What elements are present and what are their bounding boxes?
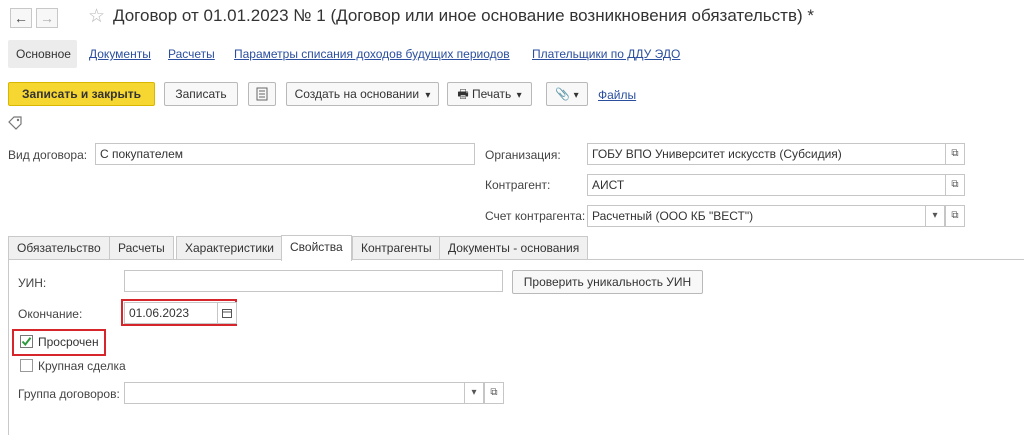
chevron-down-icon: ▾ (573, 90, 579, 101)
overdue-checkbox[interactable] (20, 335, 33, 348)
open-contract-group-button[interactable]: ⧉ (484, 382, 504, 404)
list-icon (256, 87, 268, 101)
contract-type-field[interactable]: С покупателем (95, 143, 475, 165)
back-button[interactable]: ← (10, 8, 32, 28)
counterparty-label: Контрагент: (485, 178, 551, 192)
files-link[interactable]: Файлы (598, 88, 636, 102)
save-and-close-button[interactable]: Записать и закрыть (8, 82, 155, 106)
chevron-down-icon: ▾ (425, 90, 431, 101)
organization-field[interactable]: ГОБУ ВПО Университет искусств (Субсидия) (587, 143, 946, 165)
tab-future-income[interactable]: Параметры списания доходов будущих перио… (234, 47, 510, 61)
panel-border (8, 259, 9, 435)
print-label: Печать (471, 87, 512, 101)
page-title: Договор от 01.01.2023 № 1 (Договор или и… (113, 6, 814, 25)
open-organization-button[interactable]: ⧉ (945, 143, 965, 165)
open-counterparty-button[interactable]: ⧉ (945, 174, 965, 196)
tab-obligation[interactable]: Обязательство (8, 236, 110, 260)
chevron-down-icon: ▾ (516, 90, 522, 101)
chevron-down-icon: ▾ (471, 387, 477, 398)
tab-divider (8, 259, 1024, 260)
tab-payments[interactable]: Расчеты (109, 236, 174, 260)
open-icon: ⧉ (490, 387, 498, 398)
tab-base-documents[interactable]: Документы - основания (439, 236, 589, 260)
chevron-down-icon: ▾ (932, 210, 938, 221)
open-icon: ⧉ (951, 210, 959, 221)
list-button[interactable] (248, 82, 276, 106)
overdue-label: Просрочен (38, 335, 99, 349)
favorite-star-icon[interactable]: ☆ (88, 5, 105, 28)
checkmark-icon (21, 337, 32, 347)
account-label: Счет контрагента: (485, 209, 586, 223)
end-date-input[interactable]: 01.06.2023 (124, 302, 218, 324)
arrow-left-icon: ← (14, 10, 28, 26)
tab-properties[interactable]: Свойства (281, 235, 352, 261)
account-dropdown-button[interactable]: ▾ (925, 205, 945, 227)
arrow-right-icon: → (40, 10, 54, 26)
contract-group-label: Группа договоров: (18, 387, 120, 401)
tab-payers-ddu[interactable]: Плательщики по ДДУ ЭДО (532, 47, 680, 61)
counterparty-field[interactable]: АИСТ (587, 174, 946, 196)
large-deal-label: Крупная сделка (38, 359, 126, 373)
tab-counterparties[interactable]: Контрагенты (352, 236, 441, 260)
attachment-button[interactable]: 📎 ▾ (546, 82, 588, 106)
printer-icon: 🖶 (457, 87, 469, 101)
account-field[interactable]: Расчетный (ООО КБ "ВЕСТ") (587, 205, 926, 227)
contract-group-input[interactable] (124, 382, 465, 404)
paperclip-icon: 📎 (555, 87, 571, 101)
tab-settlements[interactable]: Расчеты (168, 47, 215, 61)
contract-group-dropdown-button[interactable]: ▾ (464, 382, 484, 404)
calendar-button[interactable] (217, 302, 237, 324)
tab-documents[interactable]: Документы (89, 47, 151, 61)
tag-icon[interactable] (8, 116, 22, 133)
end-date-label: Окончание: (18, 307, 83, 321)
save-button[interactable]: Записать (164, 82, 238, 106)
large-deal-checkbox[interactable] (20, 359, 33, 372)
open-icon: ⧉ (951, 148, 959, 159)
calendar-icon (222, 309, 232, 318)
uin-label: УИН: (18, 276, 47, 290)
check-uin-button[interactable]: Проверить уникальность УИН (512, 270, 703, 294)
uin-input[interactable] (124, 270, 503, 292)
contract-type-label: Вид договора: (8, 148, 88, 162)
tab-characteristics[interactable]: Характеристики (176, 236, 283, 260)
tab-main[interactable]: Основное (16, 47, 71, 61)
forward-button[interactable]: → (36, 8, 58, 28)
print-button[interactable]: 🖶 Печать ▾ (447, 82, 532, 106)
open-icon: ⧉ (951, 179, 959, 190)
organization-label: Организация: (485, 148, 561, 162)
create-based-on-label: Создать на основании (294, 87, 420, 101)
open-account-button[interactable]: ⧉ (945, 205, 965, 227)
create-based-on-button[interactable]: Создать на основании ▾ (286, 82, 439, 106)
